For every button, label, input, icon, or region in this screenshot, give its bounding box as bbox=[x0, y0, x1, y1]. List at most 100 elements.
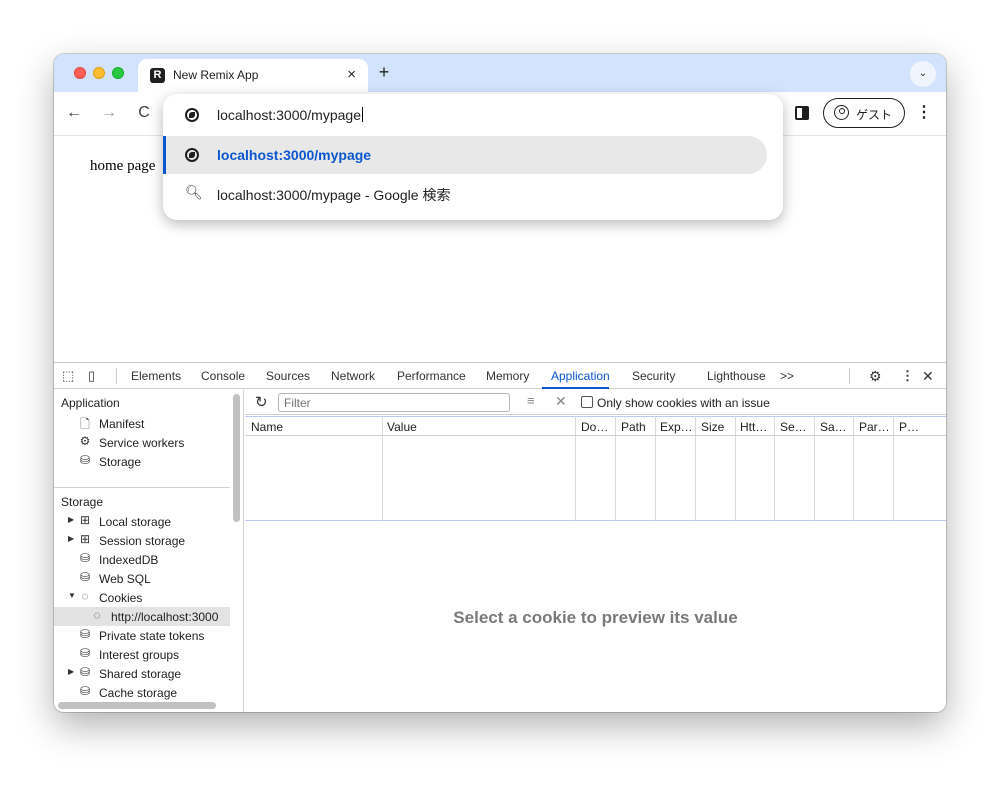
tab-security[interactable]: Security bbox=[632, 369, 675, 383]
omnibox-suggestion-url[interactable]: localhost:3000/mypage bbox=[163, 136, 783, 174]
tab-close-icon[interactable]: × bbox=[347, 66, 356, 83]
issue-only-checkbox[interactable] bbox=[581, 396, 593, 408]
tree-item-local-storage[interactable]: ▶ ⊞ Local storage bbox=[54, 512, 230, 531]
profile-button[interactable]: ゲスト bbox=[823, 98, 905, 128]
omnibox-input[interactable]: localhost:3000/mypage bbox=[163, 96, 783, 134]
issue-only-label: Only show cookies with an issue bbox=[597, 396, 770, 410]
settings-gear-icon[interactable]: ⚙ bbox=[869, 368, 882, 385]
tree-item-label: Web SQL bbox=[99, 572, 151, 586]
remix-favicon-icon: R bbox=[150, 68, 165, 83]
reload-button[interactable]: C bbox=[134, 104, 154, 122]
tree-item-manifest[interactable]: 🗋 Manifest bbox=[54, 414, 230, 433]
globe-icon bbox=[185, 148, 199, 162]
collapse-arrow-icon[interactable]: ▼ bbox=[68, 591, 76, 600]
refresh-icon[interactable]: ↻ bbox=[255, 393, 268, 411]
tree-item-private-state-tokens[interactable]: ⛁ Private state tokens bbox=[54, 626, 230, 645]
database-icon: ⛁ bbox=[79, 551, 91, 565]
tab-elements[interactable]: Elements bbox=[131, 369, 181, 383]
tree-item-web-sql[interactable]: ⛁ Web SQL bbox=[54, 569, 230, 588]
window-maximize-button[interactable] bbox=[112, 67, 124, 79]
new-tab-button[interactable]: + bbox=[374, 62, 394, 83]
back-button[interactable]: ← bbox=[64, 104, 84, 122]
horizontal-scrollbar[interactable] bbox=[58, 702, 216, 709]
tab-console[interactable]: Console bbox=[201, 369, 245, 383]
column-header-value[interactable]: Value bbox=[387, 420, 567, 434]
table-icon: ⊞ bbox=[79, 513, 91, 527]
column-header-size[interactable]: Size bbox=[701, 420, 735, 434]
database-icon: ⛁ bbox=[79, 665, 91, 679]
browser-menu-button[interactable]: ⋮ bbox=[916, 102, 932, 122]
column-header-name[interactable]: Name bbox=[251, 420, 377, 434]
expand-arrow-icon[interactable]: ▶ bbox=[68, 534, 74, 543]
tree-item-session-storage[interactable]: ▶ ⊞ Session storage bbox=[54, 531, 230, 550]
vertical-scrollbar[interactable] bbox=[233, 394, 240, 522]
devtools-close-icon[interactable]: ✕ bbox=[922, 368, 934, 385]
expand-arrow-icon[interactable]: ▶ bbox=[68, 515, 74, 524]
database-icon: ⛁ bbox=[79, 627, 91, 641]
tree-item-label: Shared storage bbox=[99, 667, 182, 681]
tab-performance[interactable]: Performance bbox=[397, 369, 466, 383]
cookie-table-header: Name Value Do… Path Exp… Size Htt… Se… S… bbox=[245, 416, 946, 436]
cookie-table: Name Value Do… Path Exp… Size Htt… Se… S… bbox=[245, 416, 946, 521]
column-header-domain[interactable]: Do… bbox=[581, 420, 615, 434]
tree-item-label: Session storage bbox=[99, 534, 186, 548]
column-header-httponly[interactable]: Htt… bbox=[740, 420, 776, 434]
tab-network[interactable]: Network bbox=[331, 369, 375, 383]
tab-lighthouse[interactable]: Lighthouse bbox=[707, 369, 766, 383]
tree-item-cache-storage[interactable]: ⛁ Cache storage bbox=[54, 683, 230, 702]
tab-sources[interactable]: Sources bbox=[266, 369, 310, 383]
column-header-secure[interactable]: Se… bbox=[780, 420, 814, 434]
tree-item-service-workers[interactable]: ⚙ Service workers bbox=[54, 433, 230, 452]
tree-item-label: Storage bbox=[99, 455, 142, 469]
tree-item-cookie-origin[interactable]: ◌ http://localhost:3000 bbox=[54, 607, 230, 626]
database-icon: ⛁ bbox=[79, 684, 91, 698]
tree-item-label: Local storage bbox=[99, 515, 172, 529]
column-header-path[interactable]: Path bbox=[621, 420, 655, 434]
clear-filter-icon[interactable]: ≡ bbox=[527, 393, 535, 408]
browser-tab[interactable]: R New Remix App × bbox=[138, 59, 368, 92]
delete-icon[interactable]: ✕ bbox=[555, 393, 567, 410]
omnibox-suggestion-search[interactable]: 🔍︎ localhost:3000/mypage - Google 検索 bbox=[163, 174, 783, 212]
column-header-priority[interactable]: P… bbox=[899, 420, 939, 434]
inspect-element-icon[interactable]: ⬚ bbox=[62, 368, 74, 384]
database-icon: ⛁ bbox=[79, 453, 91, 467]
tab-title: New Remix App bbox=[173, 68, 259, 82]
devtools-panel: ⬚ ▯ Elements Console Sources Network Per… bbox=[54, 362, 946, 712]
devtools-menu-icon[interactable]: ⋮ bbox=[901, 368, 914, 384]
expand-arrow-icon[interactable]: ▶ bbox=[68, 667, 74, 676]
table-icon: ⊞ bbox=[79, 532, 91, 546]
omnibox-input-value: localhost:3000/mypage bbox=[217, 107, 361, 123]
cookie-icon: ◌ bbox=[81, 589, 89, 603]
tree-item-storage[interactable]: ⛁ Storage bbox=[54, 452, 230, 471]
column-header-expires[interactable]: Exp… bbox=[660, 420, 696, 434]
tree-item-label: Private state tokens bbox=[99, 629, 205, 643]
tab-memory[interactable]: Memory bbox=[486, 369, 529, 383]
column-header-partition-key[interactable]: Par… bbox=[859, 420, 895, 434]
cookie-filter-bar: ↻ ≡ ✕ Only show cookies with an issue bbox=[245, 390, 946, 415]
cookie-icon: ◌ bbox=[93, 608, 101, 622]
browser-window: R New Remix App × + ⌄ ← → C ゲスト ⋮ home p… bbox=[54, 54, 946, 712]
search-icon: 🔍︎ bbox=[185, 184, 203, 200]
tab-application[interactable]: Application bbox=[551, 369, 610, 383]
forward-button[interactable]: → bbox=[99, 104, 119, 122]
column-header-samesite[interactable]: Sa… bbox=[820, 420, 854, 434]
tree-item-label: Service workers bbox=[99, 436, 185, 450]
tree-item-interest-groups[interactable]: ⛁ Interest groups bbox=[54, 645, 230, 664]
more-tabs-button[interactable]: >> bbox=[780, 369, 794, 383]
gears-icon: ⚙ bbox=[79, 434, 91, 448]
tree-item-label: Interest groups bbox=[99, 648, 180, 662]
window-minimize-button[interactable] bbox=[93, 67, 105, 79]
filter-input[interactable] bbox=[278, 393, 510, 412]
cookie-pane: ↻ ≡ ✕ Only show cookies with an issue Na… bbox=[245, 390, 946, 712]
page-text: home page bbox=[90, 158, 156, 174]
tree-item-indexeddb[interactable]: ⛁ IndexedDB bbox=[54, 550, 230, 569]
suggestion-text: localhost:3000/mypage - Google 検索 bbox=[217, 187, 451, 203]
tab-search-button[interactable]: ⌄ bbox=[910, 61, 936, 87]
application-heading: Application bbox=[61, 396, 120, 410]
tree-item-shared-storage[interactable]: ▶ ⛁ Shared storage bbox=[54, 664, 230, 683]
window-close-button[interactable] bbox=[74, 67, 86, 79]
profile-label: ゲスト bbox=[856, 108, 893, 122]
tree-item-cookies[interactable]: ▼ ◌ Cookies bbox=[54, 588, 230, 607]
side-panel-icon[interactable] bbox=[795, 106, 809, 120]
device-toolbar-icon[interactable]: ▯ bbox=[88, 368, 95, 384]
